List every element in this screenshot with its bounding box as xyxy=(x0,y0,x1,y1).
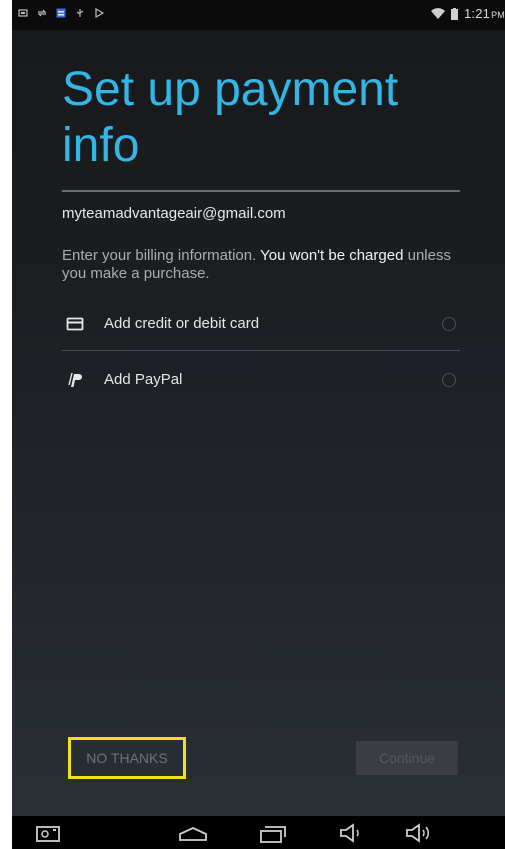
wifi-icon xyxy=(430,7,445,20)
volume-down-icon[interactable] xyxy=(336,822,366,844)
option-paypal-label: Add PayPal xyxy=(104,371,183,388)
screen: 1:21PM Set up payment info myteamadvanta… xyxy=(12,0,505,816)
play-store-icon xyxy=(94,8,104,18)
billing-emphasis: You won't be charged xyxy=(260,247,404,264)
title-divider xyxy=(62,190,460,192)
sync-icon xyxy=(37,8,47,18)
home-icon[interactable] xyxy=(178,822,208,844)
navigation-bar xyxy=(12,816,505,849)
paypal-radio[interactable] xyxy=(442,373,456,387)
credit-card-radio[interactable] xyxy=(442,317,456,331)
billing-prefix: Enter your billing information. xyxy=(62,247,257,264)
camera-icon[interactable] xyxy=(34,822,64,844)
clock: 1:21PM xyxy=(463,6,505,21)
status-right: 1:21PM xyxy=(430,6,505,21)
usb-icon xyxy=(75,8,85,18)
app-notification-icon xyxy=(56,8,66,18)
device-frame: 1:21PM Set up payment info myteamadvanta… xyxy=(12,0,505,849)
continue-button[interactable]: Continue xyxy=(356,741,458,775)
option-divider xyxy=(62,350,460,351)
option-credit-card-label: Add credit or debit card xyxy=(104,315,260,332)
paypal-icon xyxy=(66,371,84,389)
status-bar: 1:21PM xyxy=(12,0,505,30)
credit-card-icon xyxy=(66,315,84,333)
recent-apps-icon[interactable] xyxy=(258,822,288,844)
page-title: Set up payment info xyxy=(62,63,399,172)
status-left-icons xyxy=(18,8,104,18)
option-credit-card[interactable]: Add credit or debit card xyxy=(62,301,460,349)
option-paypal[interactable]: Add PayPal xyxy=(62,357,460,405)
screenshot-icon xyxy=(18,8,28,18)
no-thanks-button[interactable]: NO THANKS xyxy=(68,737,186,779)
account-email: myteamadvantageair@gmail.com xyxy=(62,205,286,222)
battery-icon xyxy=(450,7,458,20)
billing-description: Enter your billing information. You won'… xyxy=(62,247,457,283)
volume-up-icon[interactable] xyxy=(404,822,434,844)
